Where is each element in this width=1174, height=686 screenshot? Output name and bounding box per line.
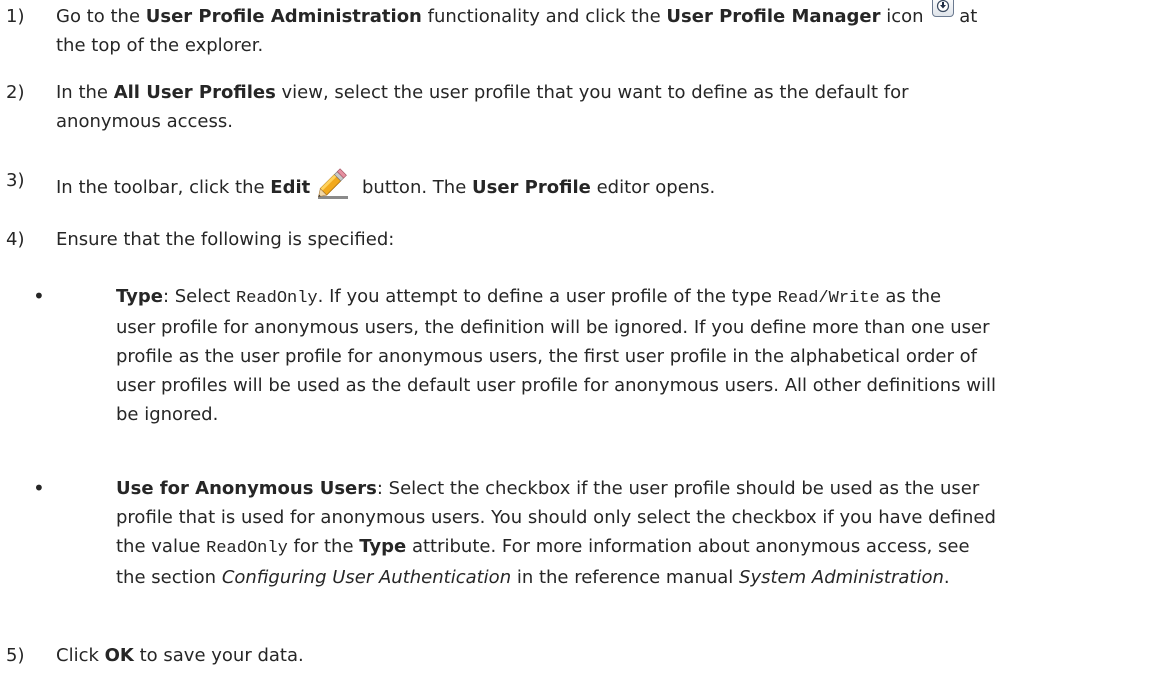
step-number: 5) [6, 645, 25, 666]
bold-term: Edit [270, 177, 311, 198]
code-term: ReadOnly [206, 539, 288, 558]
step-text: Ensure that the following is specified: [56, 225, 1150, 254]
step-line: Ensure that the following is specified: [56, 229, 395, 250]
step-line: In the All User Profiles view, select th… [56, 78, 1150, 107]
text-run: to save your data. [133, 645, 304, 666]
step-number: 4) [6, 229, 25, 250]
bullet-text: Use for Anonymous Users: Select the chec… [116, 474, 1140, 592]
step-line: Click OK to save your data. [56, 641, 1150, 670]
bullet-line: Type: Select ReadOnly. If you attempt to… [116, 282, 1140, 313]
bullet-glyph: • [33, 284, 45, 308]
step-text: Go to the User Profile Administration fu… [56, 0, 1150, 60]
bullet-line: Use for Anonymous Users: Select the chec… [116, 474, 1140, 503]
italic-term: Configuring User Authentication [221, 567, 512, 588]
bullet-line: the section Configuring User Authenticat… [116, 563, 1140, 592]
bullet-line: profile as the user profile for anonymou… [116, 346, 977, 367]
code-term: ReadOnly [236, 289, 318, 308]
text-run: : Select [162, 286, 237, 307]
step-line: anonymous access. [56, 111, 233, 132]
bold-term: User Profile Administration [145, 6, 422, 27]
bullet-line: be ignored. [116, 404, 219, 425]
text-run: in the reference manual [511, 567, 740, 588]
text-run: functionality and click the [421, 6, 667, 27]
bullet-glyph: • [33, 476, 45, 500]
text-run: the value [116, 536, 207, 557]
bullet-text: Type: Select ReadOnly. If you attempt to… [116, 282, 1140, 429]
bullet-line: profile that is used for anonymous users… [116, 507, 996, 528]
text-run: icon [880, 6, 924, 27]
step-line: the top of the explorer. [56, 35, 264, 56]
bold-term: User Profile Manager [666, 6, 881, 27]
text-run: In the [56, 82, 114, 103]
text-run: Go to the [56, 6, 146, 27]
bullet-line: user profiles will be used as the defaul… [116, 375, 997, 396]
text-run: view, select the user profile that you w… [275, 82, 909, 103]
step-text: In the All User Profiles view, select th… [56, 78, 1150, 136]
bullet-line: the value ReadOnly for the Type attribut… [116, 532, 1140, 563]
pencil-icon [316, 166, 350, 200]
text-run: Click [56, 645, 105, 666]
text-run: the section [116, 567, 222, 588]
text-run: : Select the checkbox if the user profil… [376, 478, 980, 499]
italic-term: System Administration [739, 567, 944, 588]
bold-term: Use for Anonymous Users [116, 478, 377, 499]
bold-term: OK [104, 645, 134, 666]
text-run: at [953, 6, 978, 27]
code-term: Read/Write [777, 289, 880, 308]
text-run: . [943, 567, 950, 588]
bold-term: Type [359, 536, 407, 557]
text-run: . If you attempt to define a user profil… [317, 286, 778, 307]
text-run: as the [879, 286, 942, 307]
text-run: attribute. For more information about an… [406, 536, 970, 557]
text-run: In the toolbar, click the [56, 177, 271, 198]
bold-term: Type [116, 286, 163, 307]
step-text: In the toolbar, click the Edit button. T… [56, 166, 1150, 202]
step-line: In the toolbar, click the Edit button. T… [56, 166, 1150, 202]
text-run: editor opens. [590, 177, 716, 198]
step-text: Click OK to save your data. [56, 641, 1150, 670]
step-number: 2) [6, 82, 25, 103]
bold-term: All User Profiles [113, 82, 276, 103]
bullet-line: user profile for anonymous users, the de… [116, 317, 990, 338]
user-profile-manager-icon [931, 0, 954, 17]
step-line: Go to the User Profile Administration fu… [56, 0, 1150, 31]
text-run: for the [287, 536, 360, 557]
text-run: button. The [356, 177, 472, 198]
step-number: 1) [6, 6, 25, 27]
bold-term: User Profile [472, 177, 591, 198]
step-number: 3) [6, 170, 25, 191]
